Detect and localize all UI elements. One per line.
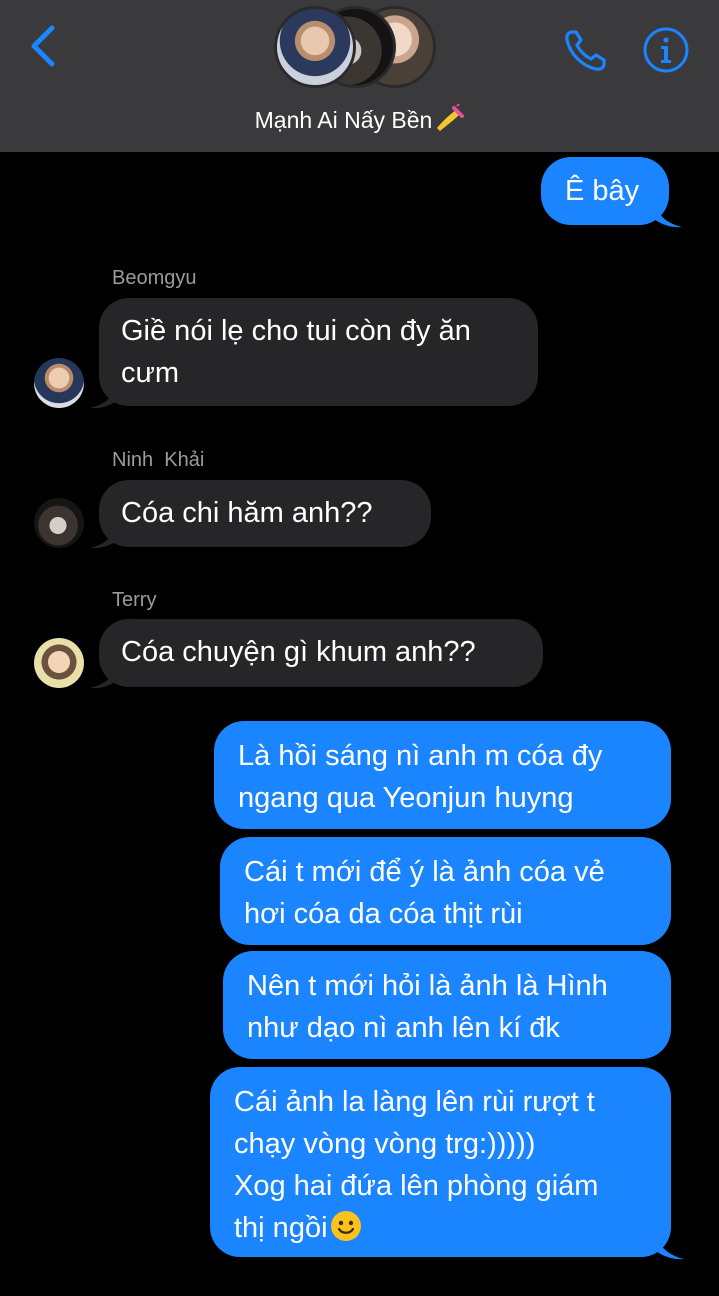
outgoing-message-bubble[interactable]: Nên t mới hỏi là ảnh là Hình như dạo nì … [223, 951, 671, 1059]
chevron-left-icon [31, 25, 55, 67]
message-text: Cái t mới để ý là ảnh cóa vẻ [244, 856, 605, 888]
message-text: thị ngồi [234, 1212, 328, 1244]
smiling-face-icon [330, 1211, 361, 1241]
outgoing-message-bubble[interactable]: Là hồi sáng nì anh m cóa đy ngang qua Ye… [214, 721, 671, 829]
chat-header: Mạnh Ai Nấy Bền [0, 0, 719, 152]
avatar [274, 6, 356, 88]
avatar[interactable] [34, 358, 84, 408]
message-text: Xog hai đứa lên phòng giám [234, 1170, 599, 1202]
message-text: Cóa chi hăm anh?? [121, 497, 373, 529]
incoming-message-bubble[interactable]: Giề nói lẹ cho tui còn đy ăn cưm [99, 298, 538, 406]
message-text: cưm [121, 357, 180, 389]
bubble-tail [656, 1235, 684, 1260]
info-icon [643, 27, 689, 73]
avatar[interactable] [34, 498, 84, 548]
group-name-text: Mạnh Ai Nấy Bền [254, 107, 433, 133]
incoming-message-bubble[interactable]: Cóa chi hăm anh?? [99, 480, 431, 547]
message-text: Ê bây [565, 175, 640, 207]
group-avatar-stack[interactable] [272, 4, 452, 88]
message-text: Là hồi sáng nì anh m cóa đy [238, 740, 603, 772]
incoming-message-bubble[interactable]: Cóa chuyện gì khum anh?? [99, 619, 543, 687]
bubble-tail [654, 203, 682, 228]
message-text: chạy vòng vòng trg:))))) [234, 1128, 536, 1160]
message-text: như dạo nì anh lên kí đk [247, 1012, 560, 1044]
info-button[interactable] [640, 24, 692, 76]
message-text: hơi cóa da cóa thịt rùi [244, 898, 523, 930]
outgoing-message-bubble[interactable]: Cái t mới để ý là ảnh cóa vẻ hơi cóa da … [220, 837, 671, 945]
outgoing-message-bubble[interactable]: Ê bây [541, 157, 669, 225]
sender-name: Beomgyu [112, 267, 197, 289]
message-text: Cóa chuyện gì khum anh?? [121, 636, 476, 668]
sender-name: Terry [112, 589, 157, 611]
call-button[interactable] [560, 24, 612, 76]
nail-polish-icon [434, 103, 465, 138]
message-text: Cái ảnh la làng lên rùi rượt t [234, 1086, 595, 1118]
message-text: Giề nói lẹ cho tui còn đy ăn [121, 315, 471, 347]
avatar[interactable] [34, 638, 84, 688]
outgoing-message-bubble[interactable]: Cái ảnh la làng lên rùi rượt t chạy vòng… [210, 1067, 671, 1257]
sender-name: Ninh Khải [112, 449, 205, 471]
back-button[interactable] [22, 22, 66, 70]
message-text: Nên t mới hỏi là ảnh là Hình [247, 970, 608, 1002]
phone-icon [565, 30, 606, 71]
group-title[interactable]: Mạnh Ai Nấy Bền [0, 103, 719, 138]
message-text: ngang qua Yeonjun huyng [238, 782, 574, 814]
